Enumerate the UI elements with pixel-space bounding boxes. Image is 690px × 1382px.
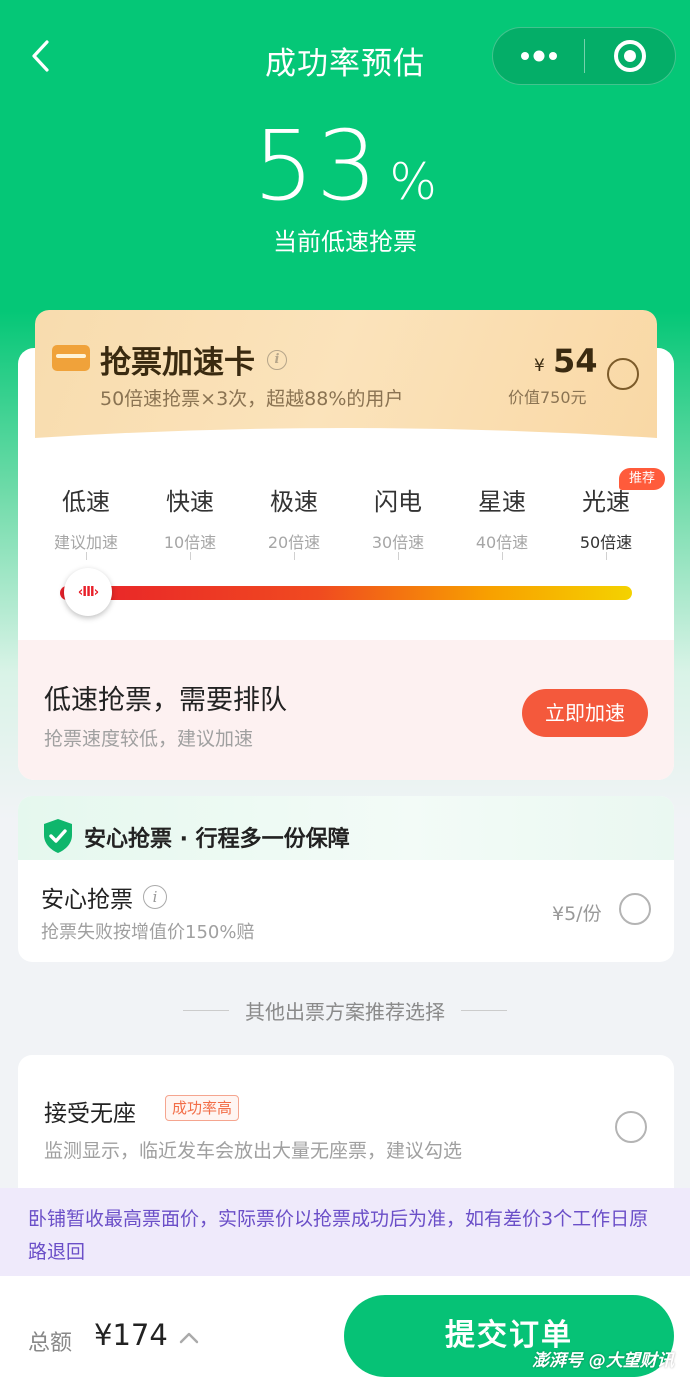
speed-tick [398, 552, 399, 560]
watermark: 澎湃号 @大望财讯 [532, 1351, 674, 1371]
success-rate-subtitle: 当前低速抢票 [273, 228, 417, 256]
speed-level-lightning[interactable]: 闪电 30倍速 [346, 482, 450, 562]
speed-tick [294, 552, 295, 560]
speed-level-mult: 建议加速 [53, 533, 118, 552]
chevron-up-icon[interactable] [178, 1331, 200, 1345]
speed-level-mult: 30倍速 [371, 533, 425, 552]
close-mini-program-button[interactable] [585, 28, 675, 84]
speed-card-title-text: 抢票加速卡 [100, 345, 255, 381]
section-divider: 其他出票方案推荐选择 [0, 996, 690, 1025]
success-rate: 53% [0, 110, 690, 222]
shield-check-icon [44, 819, 72, 853]
speed-card-value: 价值750元 [508, 388, 587, 407]
mini-program-capsule [492, 27, 676, 85]
speed-level-name: 快速 [166, 488, 214, 516]
no-seat-title: 接受无座 [44, 1101, 136, 1127]
total-label: 总额 [28, 1331, 73, 1356]
speed-level-name: 闪电 [374, 488, 422, 516]
speed-level-name: 极速 [270, 488, 318, 516]
speed-level-name: 低速 [62, 488, 110, 516]
insurance-name: 安心抢票 i [41, 880, 167, 914]
card-icon [52, 345, 90, 371]
no-seat-card[interactable] [18, 1055, 674, 1205]
insurance-price: ¥5/份 [552, 903, 602, 925]
divider-text: 其他出票方案推荐选择 [245, 1000, 445, 1024]
info-icon[interactable]: i [267, 349, 287, 370]
accelerate-button[interactable]: 立即加速 [522, 689, 648, 737]
status-title: 低速抢票，需要排队 [44, 685, 287, 716]
divider-line [183, 1010, 229, 1011]
speed-level-extreme[interactable]: 极速 20倍速 [242, 482, 346, 562]
speed-card-title: 抢票加速卡 i [100, 337, 287, 382]
total-amount: ¥174 [94, 1318, 168, 1352]
speed-tick [190, 552, 191, 560]
status-subtitle: 抢票速度较低，建议加速 [44, 728, 254, 750]
speed-level-star[interactable]: 星速 40倍速 [450, 482, 554, 562]
info-icon[interactable]: i [143, 885, 167, 909]
price-currency: ¥ [534, 356, 545, 376]
speed-tick [502, 552, 503, 560]
recommend-badge: 推荐 [619, 468, 665, 490]
speed-level-mult: 20倍速 [267, 533, 321, 552]
more-button[interactable] [493, 28, 584, 84]
speed-level-name: 星速 [478, 488, 526, 516]
speed-slider-handle[interactable]: ‹III› [64, 568, 112, 616]
speed-levels: 低速 建议加速 快速 10倍速 极速 20倍速 闪电 30倍速 星速 40倍速 … [34, 482, 658, 562]
insurance-banner-title: 安心抢票 · 行程多一份保障 [84, 827, 350, 852]
speed-level-mult: 10倍速 [163, 533, 217, 552]
price-notice: 卧铺暂收最高票面价，实际票价以抢票成功后为准，如有差价3个工作日原路退回 [0, 1188, 690, 1276]
insurance-name-text: 安心抢票 [41, 887, 133, 913]
speed-tick [606, 552, 607, 560]
divider-line [461, 1010, 507, 1011]
insurance-radio[interactable] [619, 893, 651, 925]
speed-level-mult: 40倍速 [475, 533, 529, 552]
success-rate-unit: % [389, 153, 437, 211]
speed-slider-track[interactable] [60, 586, 632, 600]
speed-card-price: 54 [553, 342, 598, 380]
speed-level-fast[interactable]: 快速 10倍速 [138, 482, 242, 562]
success-rate-value: 53 [253, 110, 380, 222]
speed-level-low[interactable]: 低速 建议加速 [34, 482, 138, 562]
success-rate-badge: 成功率高 [165, 1095, 240, 1121]
speed-card-subtitle: 50倍速抢票×3次，超越88%的用户 [100, 388, 404, 410]
no-seat-radio[interactable] [615, 1111, 647, 1143]
no-seat-desc: 监测显示，临近发车会放出大量无座票，建议勾选 [44, 1140, 463, 1162]
target-icon [614, 40, 646, 72]
insurance-desc: 抢票失败按增值价150%赔 [41, 922, 255, 943]
more-dots-icon [520, 50, 557, 62]
speed-card-radio[interactable] [607, 358, 639, 390]
speed-tick [86, 552, 87, 560]
speed-level-light[interactable]: 光速 50倍速 [554, 482, 658, 562]
speed-level-mult: 50倍速 [579, 533, 633, 552]
